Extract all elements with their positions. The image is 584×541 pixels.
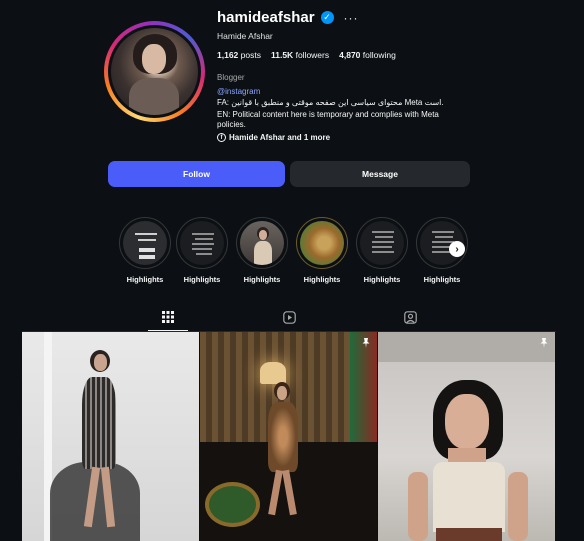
tab-posts-grid[interactable]: [161, 310, 175, 324]
pinned-icon: [539, 338, 549, 348]
verified-badge-icon: ✓: [320, 11, 334, 24]
highlight-cover: [240, 221, 284, 265]
profile-category: Blogger: [217, 73, 245, 82]
post-thumbnail[interactable]: [200, 332, 377, 541]
facebook-icon: f: [217, 133, 226, 142]
grid-icon: [162, 311, 174, 323]
highlight-item[interactable]: Highlights: [176, 217, 228, 284]
username: hamideafshar: [217, 9, 315, 26]
tab-reels[interactable]: [282, 310, 296, 324]
facebook-link[interactable]: f Hamide Afshar and 1 more: [217, 133, 330, 142]
highlight-label: Highlights: [423, 275, 461, 284]
highlight-label: Highlights: [303, 275, 341, 284]
highlight-cover: [300, 221, 344, 265]
tagged-icon: [403, 310, 417, 324]
highlight-label: Highlights: [183, 275, 221, 284]
facebook-link-label: Hamide Afshar and 1 more: [229, 133, 331, 142]
stat-followers[interactable]: 11.5K followers: [271, 50, 329, 60]
pinned-icon: [361, 338, 371, 348]
highlight-item[interactable]: Highlights: [296, 217, 348, 284]
username-row: hamideafshar ✓ ···: [217, 9, 359, 26]
highlight-item[interactable]: Highlights: [119, 217, 171, 284]
highlight-label: Highlights: [126, 275, 164, 284]
highlight-cover: [180, 221, 224, 265]
bio-persian: FA: محتوای سیاسی این صفحه موقتی و منطبق …: [217, 98, 444, 107]
tab-tagged[interactable]: [403, 310, 417, 324]
highlight-item[interactable]: Highlights: [236, 217, 288, 284]
reels-icon: [282, 310, 296, 324]
active-tab-indicator: [148, 330, 188, 331]
highlight-cover: [360, 221, 404, 265]
profile-avatar[interactable]: [104, 21, 205, 122]
stat-posts: 1,162 posts: [217, 50, 261, 60]
follow-button[interactable]: Follow: [108, 161, 285, 187]
more-options-icon[interactable]: ···: [344, 11, 359, 25]
profile-link[interactable]: @instagram: [217, 87, 260, 96]
profile-stats: 1,162 posts 11.5K followers 4,870 follow…: [217, 50, 396, 60]
avatar-image: [111, 28, 198, 115]
full-name: Hamide Afshar: [217, 31, 273, 41]
highlight-label: Highlights: [363, 275, 401, 284]
highlight-cover: [123, 221, 167, 265]
highlights-next-chevron-icon[interactable]: ›: [449, 241, 465, 257]
message-button[interactable]: Message: [290, 161, 470, 187]
post-thumbnail[interactable]: [378, 332, 555, 541]
stat-following[interactable]: 4,870 following: [339, 50, 396, 60]
bio-english: EN: Political content here is temporary …: [217, 110, 439, 129]
highlight-item[interactable]: Highlights: [356, 217, 408, 284]
highlight-label: Highlights: [243, 275, 281, 284]
post-thumbnail[interactable]: [22, 332, 199, 541]
